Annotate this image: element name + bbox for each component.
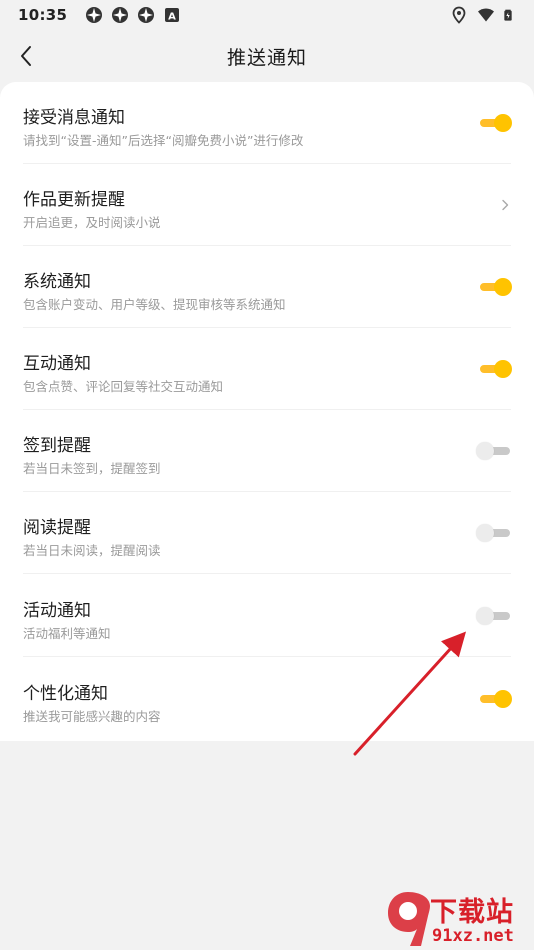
watermark-url: 91xz.net — [432, 926, 514, 946]
app-notification-icon — [86, 7, 103, 23]
watermark-brand: 下载站 — [430, 897, 514, 928]
setting-subtitle: 推送我可能感兴趣的内容 — [23, 709, 161, 724]
a-badge-icon: A — [165, 8, 180, 23]
svg-text:A: A — [168, 12, 176, 23]
setting-subtitle: 若当日未阅读，提醒阅读 — [23, 543, 161, 558]
setting-title: 接受消息通知 — [23, 108, 125, 128]
setting-row-update-reminder[interactable]: 作品更新提醒 开启追更，及时阅读小说 — [0, 164, 534, 246]
setting-subtitle: 包含点赞、评论回复等社交互动通知 — [23, 379, 224, 394]
divider — [23, 656, 511, 657]
setting-subtitle: 活动福利等通知 — [23, 626, 111, 641]
nav-bar: 推送通知 — [0, 30, 534, 82]
location-icon — [452, 6, 466, 24]
battery-icon — [504, 9, 512, 21]
activity-notifications-toggle[interactable] — [476, 607, 512, 625]
system-notifications-toggle[interactable] — [476, 278, 512, 296]
page-title: 推送通知 — [226, 46, 307, 69]
chevron-right-icon — [502, 199, 509, 211]
setting-subtitle: 请找到“设置-通知”后选择“阅瓣免费小说”进行修改 — [23, 133, 304, 148]
setting-row-message-notifications[interactable]: 接受消息通知 请找到“设置-通知”后选择“阅瓣免费小说”进行修改 — [0, 82, 534, 164]
status-time: 10:35 — [18, 6, 68, 24]
setting-subtitle: 若当日未签到，提醒签到 — [23, 461, 161, 476]
personalized-notifications-toggle[interactable] — [476, 690, 512, 708]
setting-title: 阅读提醒 — [23, 518, 91, 538]
checkin-reminder-toggle[interactable] — [476, 442, 512, 460]
chevron-left-icon — [21, 46, 31, 66]
wifi-icon — [478, 8, 494, 22]
app-notification-icon — [138, 7, 155, 23]
setting-row-system-notifications[interactable]: 系统通知 包含账户变动、用户等级、提现审核等系统通知 — [0, 246, 534, 328]
setting-title: 活动通知 — [23, 601, 91, 621]
setting-title: 个性化通知 — [23, 684, 108, 704]
setting-subtitle: 包含账户变动、用户等级、提现审核等系统通知 — [23, 297, 286, 312]
reading-reminder-toggle[interactable] — [476, 524, 512, 542]
app-notification-icon — [112, 7, 129, 23]
message-notifications-toggle[interactable] — [476, 114, 512, 132]
interaction-notifications-toggle[interactable] — [476, 360, 512, 378]
setting-title: 作品更新提醒 — [23, 190, 125, 210]
setting-row-personalized-notifications[interactable]: 个性化通知 推送我可能感兴趣的内容 — [0, 658, 534, 740]
setting-row-activity-notifications[interactable]: 活动通知 活动福利等通知 — [0, 575, 534, 657]
setting-title: 互动通知 — [23, 354, 91, 374]
status-bar: 10:35 A — [0, 0, 534, 30]
back-button[interactable] — [10, 40, 42, 72]
watermark: 下载站 91xz.net — [384, 886, 534, 950]
setting-title: 签到提醒 — [23, 436, 91, 456]
setting-subtitle: 开启追更，及时阅读小说 — [23, 215, 161, 230]
watermark-logo — [388, 892, 430, 946]
setting-row-reading-reminder[interactable]: 阅读提醒 若当日未阅读，提醒阅读 — [0, 492, 534, 574]
settings-list: 接受消息通知 请找到“设置-通知”后选择“阅瓣免费小说”进行修改 作品更新提醒 … — [0, 82, 534, 741]
setting-row-interaction-notifications[interactable]: 互动通知 包含点赞、评论回复等社交互动通知 — [0, 328, 534, 410]
divider — [23, 573, 511, 574]
setting-title: 系统通知 — [23, 272, 91, 292]
setting-row-checkin-reminder[interactable]: 签到提醒 若当日未签到，提醒签到 — [0, 410, 534, 492]
